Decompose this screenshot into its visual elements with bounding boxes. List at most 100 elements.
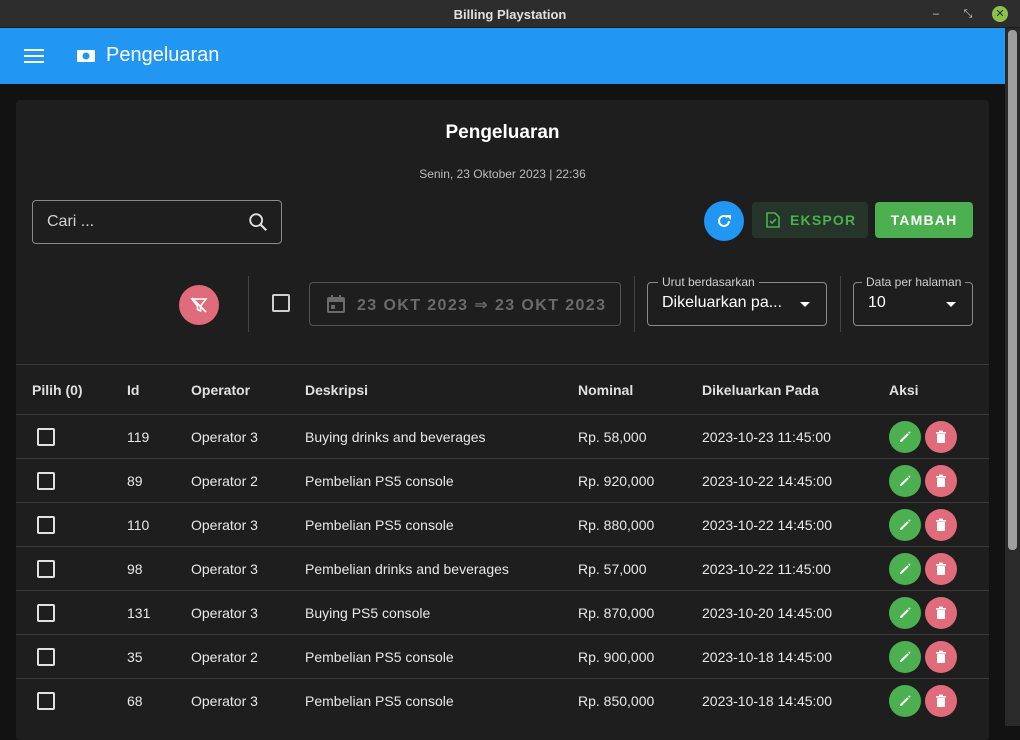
edit-button[interactable] <box>889 465 921 497</box>
cell-nominal: Rp. 880,000 <box>578 517 655 533</box>
cell-description: Buying drinks and beverages <box>305 429 486 445</box>
delete-button[interactable] <box>925 509 957 541</box>
edit-button[interactable] <box>889 685 921 717</box>
search-input[interactable] <box>47 211 237 233</box>
cell-operator: Operator 3 <box>191 605 258 621</box>
cell-nominal: Rp. 58,000 <box>578 429 647 445</box>
refresh-button[interactable] <box>704 201 744 241</box>
chevron-down-icon <box>946 302 956 307</box>
per-page-value: 10 <box>868 294 886 311</box>
edit-button[interactable] <box>889 641 921 673</box>
trash-icon <box>936 606 946 619</box>
sort-label: Urut berdasarkan <box>658 275 759 289</box>
scrollbar[interactable] <box>1005 28 1020 726</box>
cell-nominal: Rp. 57,000 <box>578 561 647 577</box>
pencil-icon <box>900 475 911 486</box>
cell-date: 2023-10-22 14:45:00 <box>702 473 832 489</box>
search-icon[interactable] <box>247 211 269 233</box>
column-header-select: Pilih (0) <box>32 382 83 398</box>
sort-select[interactable]: Urut berdasarkan Dikeluarkan pa... <box>647 275 827 326</box>
cell-description: Pembelian PS5 console <box>305 473 454 489</box>
row-checkbox[interactable] <box>37 516 55 534</box>
main-card: Pengeluaran Senin, 23 Oktober 2023 | 22:… <box>16 100 989 740</box>
cell-nominal: Rp. 870,000 <box>578 605 655 621</box>
money-icon <box>77 50 95 62</box>
per-page-label: Data per halaman <box>862 275 966 289</box>
table-row: 89 Operator 2 Pembelian PS5 console Rp. 920… <box>16 458 989 502</box>
delete-button[interactable] <box>925 685 957 717</box>
table-row: 110 Operator 3 Pembelian PS5 console Rp. 88… <box>16 502 989 546</box>
divider <box>634 276 635 332</box>
cell-date: 2023-10-22 11:45:00 <box>702 561 831 577</box>
date-range-field[interactable]: 23 OKT 2023 ⇒ 23 OKT 2023 <box>309 282 621 326</box>
cell-nominal: Rp. 920,000 <box>578 473 655 489</box>
column-header-operator[interactable]: Operator <box>191 382 250 398</box>
delete-button[interactable] <box>925 465 957 497</box>
divider <box>248 276 249 332</box>
row-checkbox[interactable] <box>37 560 55 578</box>
add-button[interactable]: TAMBAH <box>875 202 973 238</box>
cell-id: 89 <box>127 473 143 489</box>
cell-date: 2023-10-18 14:45:00 <box>702 693 832 709</box>
scrollbar-thumb[interactable] <box>1008 30 1017 550</box>
trash-icon <box>936 562 946 575</box>
table-row: 119 Operator 3 Buying drinks and beverages… <box>16 414 989 458</box>
trash-icon <box>936 474 946 487</box>
pencil-icon <box>900 651 911 662</box>
row-checkbox[interactable] <box>37 648 55 666</box>
column-header-id[interactable]: Id <box>127 382 139 398</box>
pencil-icon <box>900 431 911 442</box>
divider <box>840 276 841 332</box>
table-row: 98 Operator 3 Pembelian drinks and beverag… <box>16 546 989 590</box>
row-checkbox[interactable] <box>37 472 55 490</box>
edit-button[interactable] <box>889 509 921 541</box>
delete-button[interactable] <box>925 421 957 453</box>
table-row: 68 Operator 3 Pembelian PS5 console Rp. 850… <box>16 678 989 722</box>
date-range-checkbox[interactable] <box>272 294 290 312</box>
cell-description: Pembelian drinks and beverages <box>305 561 509 577</box>
export-button[interactable]: EKSPOR <box>752 202 868 238</box>
maximize-icon[interactable]: ⤡ <box>960 6 976 22</box>
column-header-actions: Aksi <box>889 382 919 398</box>
per-page-select[interactable]: Data per halaman 10 <box>853 275 973 326</box>
row-checkbox[interactable] <box>37 692 55 710</box>
delete-button[interactable] <box>925 597 957 629</box>
edit-button[interactable] <box>889 553 921 585</box>
pencil-icon <box>900 607 911 618</box>
cell-operator: Operator 3 <box>191 561 258 577</box>
menu-icon[interactable] <box>22 44 46 68</box>
cell-nominal: Rp. 850,000 <box>578 693 655 709</box>
pencil-icon <box>900 519 911 530</box>
cell-description: Buying PS5 console <box>305 605 431 621</box>
app-title: Pengeluaran <box>106 44 220 66</box>
column-header-nominal[interactable]: Nominal <box>578 382 633 398</box>
cell-operator: Operator 3 <box>191 693 258 709</box>
row-checkbox[interactable] <box>37 604 55 622</box>
cell-id: 68 <box>127 693 143 709</box>
cell-id: 110 <box>127 517 150 533</box>
cell-id: 119 <box>127 429 150 445</box>
minimize-icon[interactable]: – <box>928 6 944 22</box>
row-checkbox[interactable] <box>37 428 55 446</box>
calendar-icon <box>327 295 345 313</box>
table-row: 131 Operator 3 Buying PS5 console Rp. 870,0… <box>16 590 989 634</box>
trash-icon <box>936 518 946 531</box>
cell-operator: Operator 3 <box>191 429 258 445</box>
cell-date: 2023-10-18 14:45:00 <box>702 649 832 665</box>
delete-button[interactable] <box>925 553 957 585</box>
column-header-date[interactable]: Dikeluarkan Pada <box>702 382 819 398</box>
search-box[interactable] <box>32 200 282 244</box>
export-file-icon <box>766 212 780 228</box>
clear-filter-button[interactable] <box>179 285 219 325</box>
edit-button[interactable] <box>889 421 921 453</box>
edit-button[interactable] <box>889 597 921 629</box>
page-title: Pengeluaran <box>445 122 560 143</box>
cell-id: 131 <box>127 605 151 621</box>
table-row: 35 Operator 2 Pembelian PS5 console Rp. 900… <box>16 634 989 678</box>
trash-icon <box>936 650 946 663</box>
column-header-description[interactable]: Deskripsi <box>305 382 368 398</box>
cell-id: 35 <box>127 649 143 665</box>
delete-button[interactable] <box>925 641 957 673</box>
export-label: EKSPOR <box>790 212 857 228</box>
close-icon[interactable]: ✕ <box>992 6 1008 22</box>
